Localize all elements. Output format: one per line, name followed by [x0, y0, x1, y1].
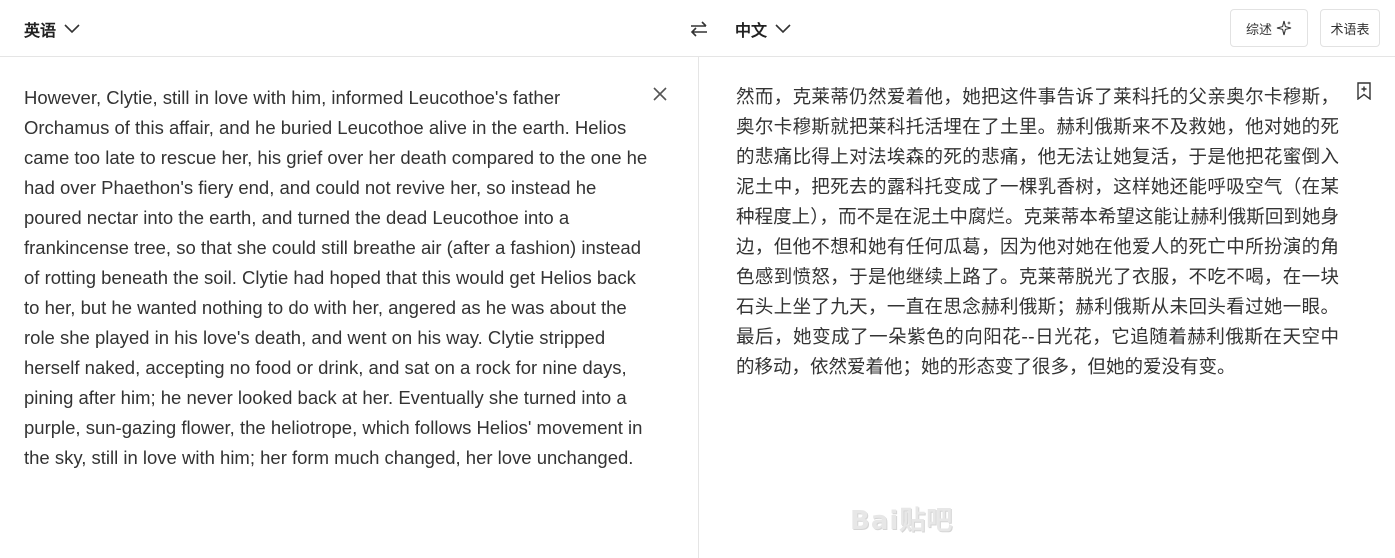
- glossary-button[interactable]: 术语表: [1320, 9, 1380, 47]
- baidu-tieba-watermark: Bai贴吧: [850, 490, 953, 546]
- bookmark-add-icon: [1357, 82, 1371, 101]
- source-text[interactable]: However, Clytie, still in love with him,…: [24, 83, 649, 473]
- sparkle-icon: [1276, 20, 1292, 36]
- summary-label: 综述: [1245, 22, 1272, 38]
- swap-arrows-icon: [690, 21, 707, 37]
- panel-divider: [698, 57, 699, 558]
- chevron-down-icon: [64, 24, 80, 34]
- source-language-selector[interactable]: 英语: [24, 18, 80, 40]
- source-language-label: 英语: [24, 21, 57, 40]
- translation-text: 然而，克莱蒂仍然爱着他，她把这件事告诉了莱科托的父亲奥尔卡穆斯，奥尔卡穆斯就把莱…: [736, 87, 1339, 378]
- watermark-text: Bai贴吧: [850, 505, 954, 536]
- target-language-label: 中文: [735, 21, 768, 40]
- clear-text-button[interactable]: [651, 85, 669, 103]
- glossary-label: 术语表: [1330, 22, 1370, 38]
- bookmark-button[interactable]: [1356, 82, 1372, 101]
- close-icon: [653, 87, 667, 101]
- swap-languages-button[interactable]: [688, 18, 710, 40]
- top-bar: 英语 中文 综述 术语表: [0, 0, 1395, 57]
- target-language-selector[interactable]: 中文: [735, 18, 791, 40]
- summary-button[interactable]: 综述: [1230, 9, 1308, 47]
- chevron-down-icon: [775, 24, 791, 34]
